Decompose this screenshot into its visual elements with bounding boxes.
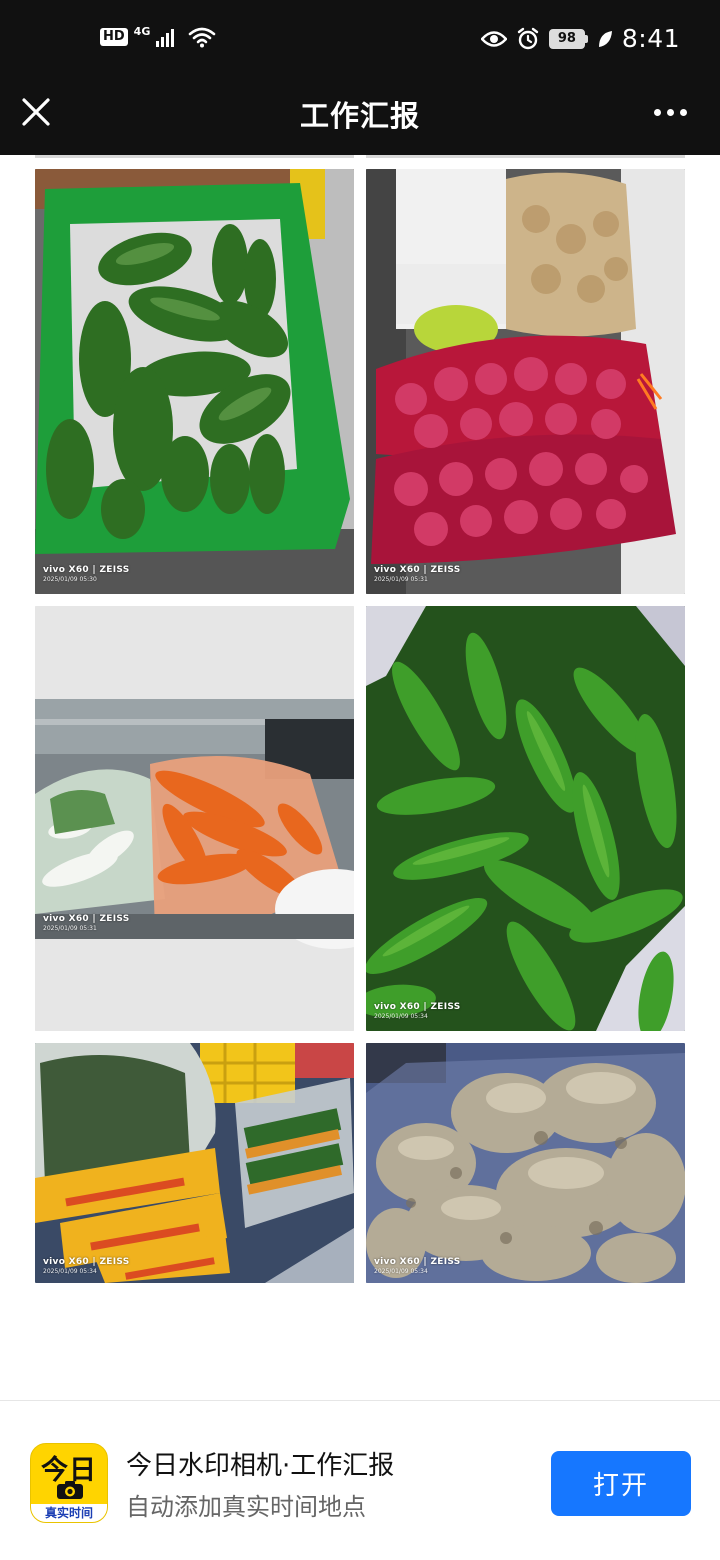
- battery-indicator: 98: [548, 28, 588, 49]
- onion-image: [366, 169, 685, 594]
- photo-winter-melons[interactable]: vivo X60 | ZEISS 2025/01/09 05:30: [35, 169, 354, 594]
- bagged-vegetables-image: [35, 1043, 354, 1283]
- photo-watermark: vivo X60 | ZEISS 2025/01/09 05:34: [374, 1002, 461, 1020]
- hd-badge: HD: [100, 28, 128, 46]
- more-icon: [653, 108, 661, 116]
- wifi-icon: [189, 27, 216, 48]
- open-app-button[interactable]: 打开: [551, 1451, 691, 1516]
- page-title: 工作汇报: [299, 99, 420, 133]
- network-type: 4G: [133, 24, 151, 38]
- app-description: 自动添加真实时间地点: [126, 1493, 366, 1521]
- battery-level: 98: [548, 28, 585, 49]
- previous-photo-edge: [35, 155, 354, 158]
- eye-icon: [480, 30, 507, 47]
- app-icon-caption: 真实时间: [31, 1504, 107, 1522]
- ginger-image: [366, 1043, 685, 1283]
- photo-watermark: vivo X60 | ZEISS 2025/01/09 05:31: [374, 565, 461, 583]
- signal-icon: [156, 29, 175, 47]
- photo-ginger[interactable]: vivo X60 | ZEISS 2025/01/09 05:34: [366, 1043, 685, 1283]
- clock: 8:41: [621, 24, 680, 53]
- alarm-icon: [517, 27, 539, 49]
- carrot-image: [35, 606, 354, 1031]
- status-bar: HD 4G 98 8:41: [0, 0, 720, 80]
- pepper-image: [366, 606, 685, 1031]
- photo-watermark: vivo X60 | ZEISS 2025/01/09 05:31: [43, 914, 130, 932]
- leaf-icon: [598, 30, 612, 47]
- photo-onions-potatoes[interactable]: vivo X60 | ZEISS 2025/01/09 05:31: [366, 169, 685, 594]
- photo-watermark: vivo X60 | ZEISS 2025/01/09 05:30: [43, 565, 130, 583]
- more-button[interactable]: [650, 98, 690, 126]
- photo-carrots-radishes[interactable]: vivo X60 | ZEISS 2025/01/09 05:31: [35, 606, 354, 1031]
- app-icon[interactable]: 今日 真实时间: [30, 1443, 108, 1523]
- winter-melon-image: [35, 169, 354, 594]
- camera-icon: [57, 1481, 83, 1499]
- title-bar: 工作汇报: [0, 80, 720, 155]
- photo-bagged-vegetables[interactable]: vivo X60 | ZEISS 2025/01/09 05:34: [35, 1043, 354, 1283]
- app-name: 今日水印相机·工作汇报: [126, 1451, 395, 1481]
- photo-watermark: vivo X60 | ZEISS 2025/01/09 05:34: [374, 1257, 461, 1275]
- photo-feed[interactable]: vivo X60 | ZEISS 2025/01/09 05:30 vivo X…: [0, 155, 720, 1400]
- photo-green-peppers[interactable]: vivo X60 | ZEISS 2025/01/09 05:34: [366, 606, 685, 1031]
- app-promo-banner: 今日 真实时间 今日水印相机·工作汇报 自动添加真实时间地点 打开: [0, 1400, 720, 1560]
- previous-photo-edge: [366, 155, 685, 158]
- status-right: 98 8:41: [480, 24, 680, 53]
- status-left: HD 4G: [100, 26, 216, 48]
- photo-watermark: vivo X60 | ZEISS 2025/01/09 05:34: [43, 1257, 130, 1275]
